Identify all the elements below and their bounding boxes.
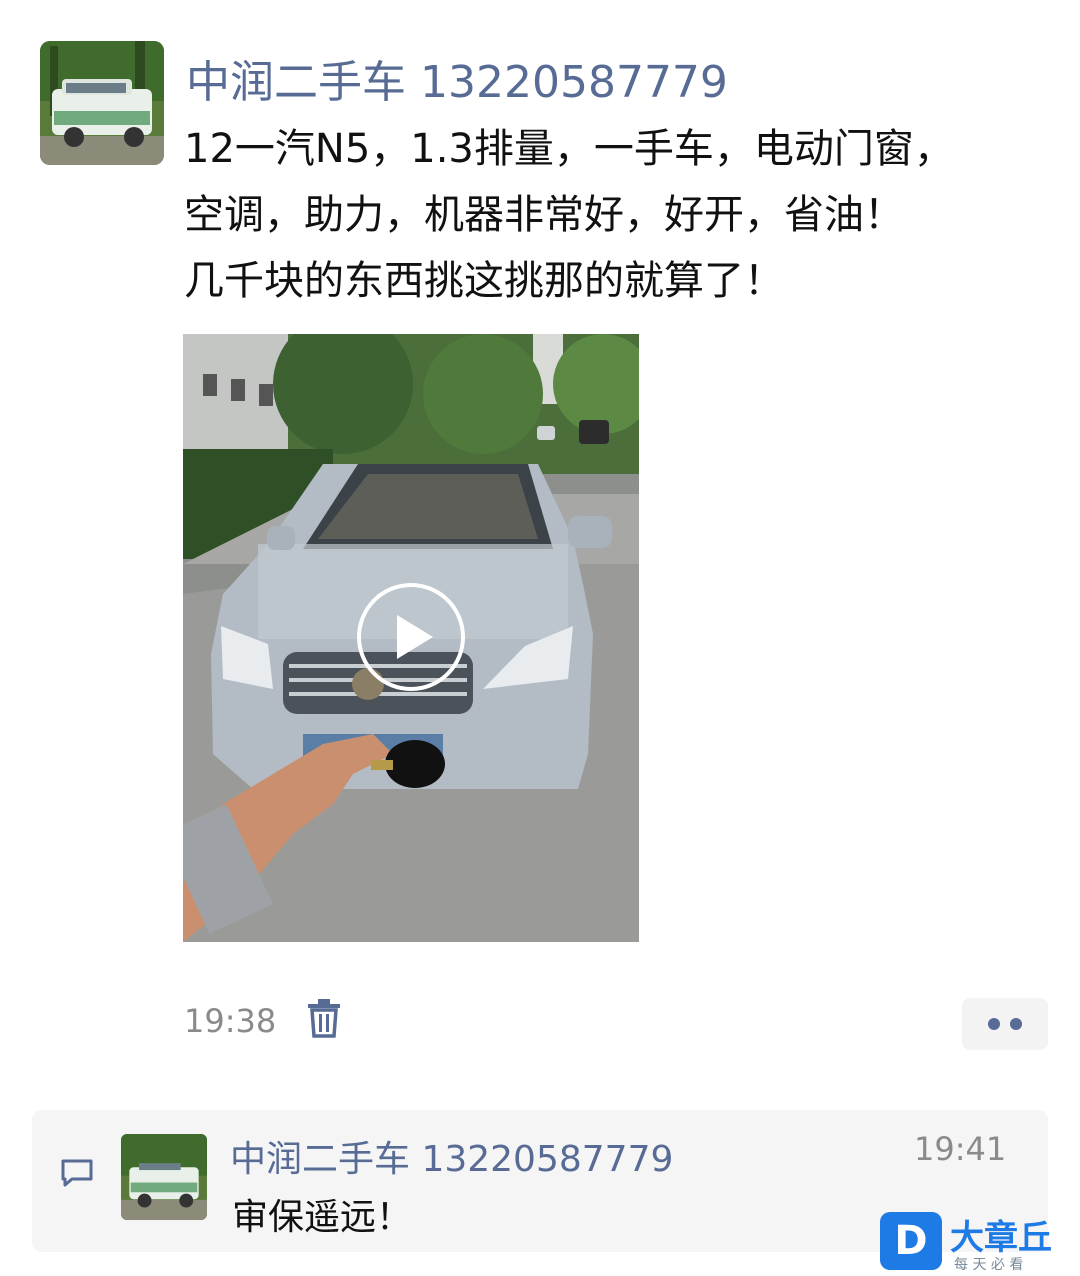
comment-icon [61, 1159, 93, 1187]
post-text: 12一汽N5，1.3排量，一手车，电动门窗， 空调，助力，机器非常好，好开，省油… [184, 116, 1054, 314]
more-dots-icon [988, 1018, 1022, 1030]
author-avatar[interactable] [40, 41, 164, 165]
commenter-avatar[interactable] [121, 1134, 207, 1220]
trash-icon[interactable] [306, 998, 342, 1038]
comment-time: 19:41 [914, 1130, 1007, 1168]
car-avatar-icon [40, 41, 164, 165]
watermark-brand: 大章丘 [950, 1218, 1052, 1258]
video-thumbnail[interactable] [183, 334, 639, 942]
post-text-line: 12一汽N5，1.3排量，一手车，电动门窗， [184, 126, 954, 172]
post-text-line: 几千块的东西挑这挑那的就算了！ [184, 258, 784, 304]
post-text-line: 空调，助力，机器非常好，好开，省油！ [184, 192, 904, 238]
comment-author-name[interactable]: 中润二手车 13220587779 [230, 1130, 673, 1182]
car-avatar-icon [121, 1134, 207, 1220]
more-button[interactable] [962, 998, 1048, 1050]
post-author-name[interactable]: 中润二手车 13220587779 [186, 46, 728, 110]
watermark-logo: D 大章丘 每 天 必 看 [880, 1210, 1080, 1276]
watermark-tagline: 每 天 必 看 [954, 1257, 1024, 1273]
comment-text[interactable]: 审保遥远！ [232, 1188, 412, 1240]
watermark-logo-icon: D [880, 1212, 942, 1270]
post-time: 19:38 [184, 1002, 277, 1040]
